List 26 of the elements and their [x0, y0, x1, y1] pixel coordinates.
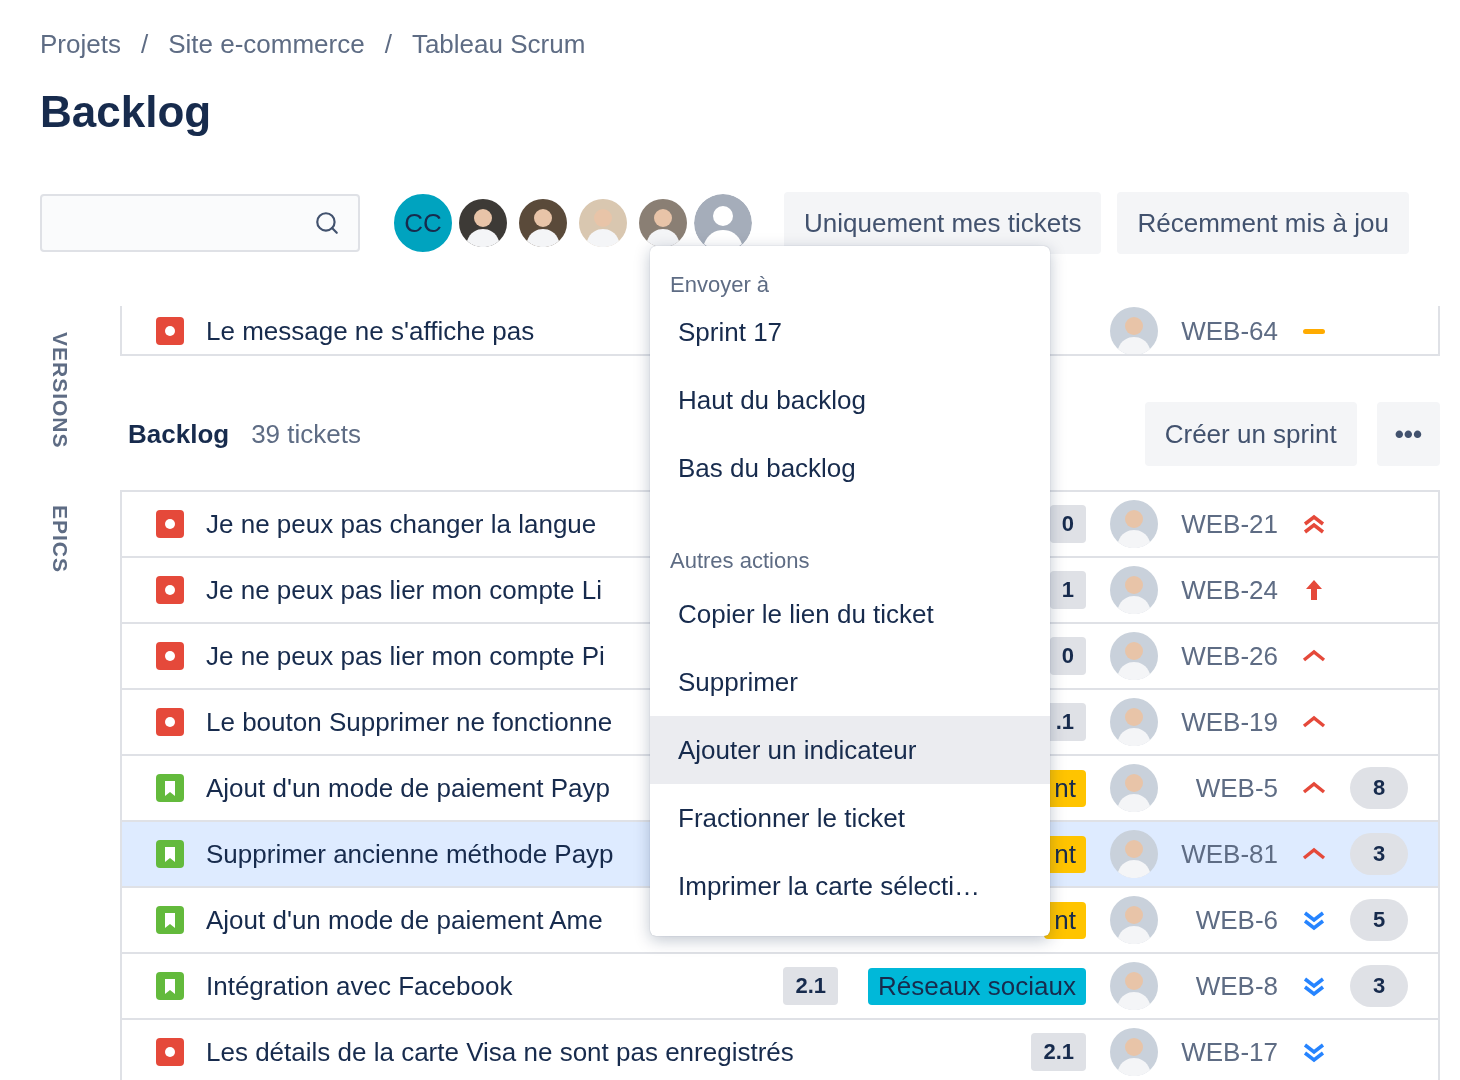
ticket-summary: Le bouton Supprimer ne fonctionne: [206, 706, 613, 738]
ticket-summary: Supprimer ancienne méthode Payp: [206, 838, 614, 870]
version-label: 2.1: [1031, 1033, 1086, 1071]
story-points: 3: [1350, 965, 1408, 1007]
version-label: 0: [1049, 505, 1086, 543]
epic-tag: Réseaux sociaux: [868, 967, 1086, 1005]
section-title: Backlog: [128, 418, 230, 450]
ticket-summary: Je ne peux pas lier mon compte Pi: [206, 640, 605, 672]
ticket-summary: Intégration avec Facebook: [206, 970, 513, 1002]
ticket-summary: Les détails de la carte Visa ne sont pas enregistrés: [206, 1036, 794, 1068]
ticket-summary: Ajout d'un mode de paiement Ame: [206, 904, 603, 936]
breadcrumb-separator: /: [384, 28, 392, 60]
story-points: 3: [1350, 833, 1408, 875]
version-label: 0: [1049, 637, 1086, 675]
story-points: 8: [1350, 767, 1408, 809]
version-label: 1: [1049, 571, 1086, 609]
version-label: 2.1: [783, 967, 838, 1005]
page-title: Backlog: [40, 86, 213, 138]
breadcrumb-separator: /: [140, 28, 149, 60]
ticket-summary: Ajout d'un mode de paiement Payp: [206, 772, 610, 804]
ticket-summary: Je ne peux pas changer la langue: [206, 508, 597, 540]
menu-heading: Envoyer à: [669, 271, 771, 298]
ticket-summary: Je ne peux pas lier mon compte Li: [206, 574, 602, 606]
ticket-summary: Le message ne s'affiche pas: [206, 315, 535, 347]
story-points: 5: [1350, 899, 1408, 941]
ticket-count: 39 tickets: [251, 418, 361, 450]
